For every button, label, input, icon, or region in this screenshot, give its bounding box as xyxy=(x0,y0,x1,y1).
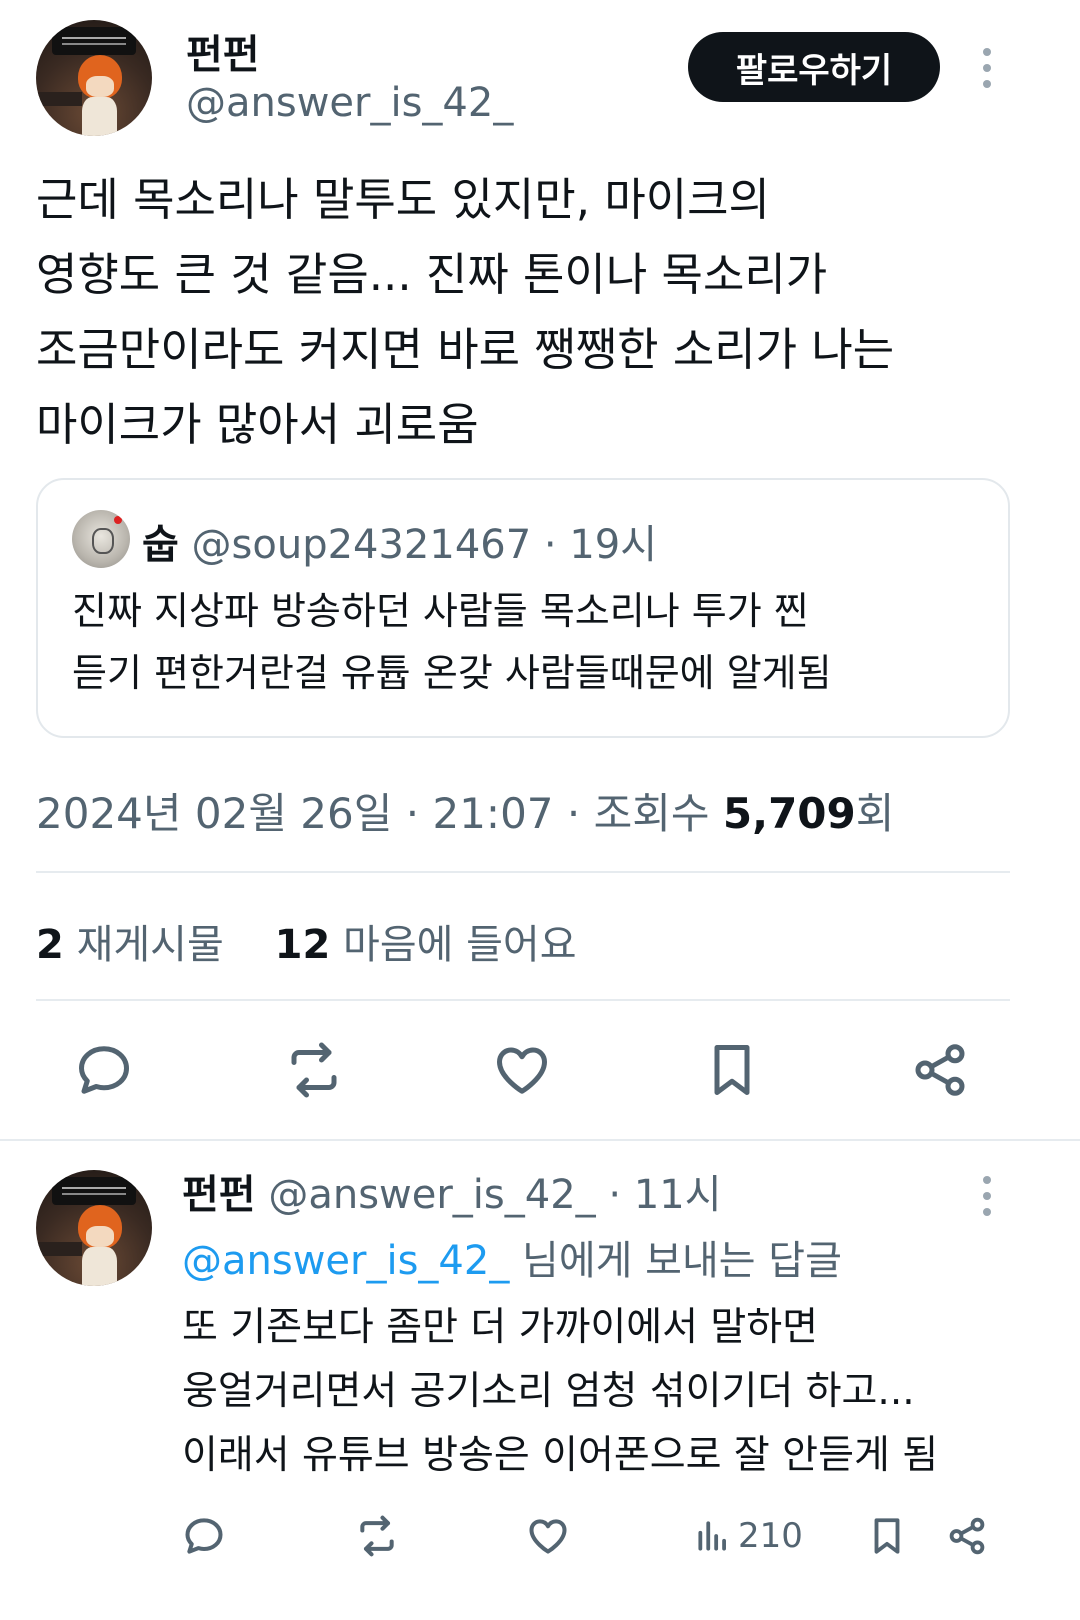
quoted-author-handle: @soup24321467 xyxy=(191,522,532,568)
quoted-tweet-header: 숩 @soup24321467 · 19시 xyxy=(142,512,657,570)
replying-to: @answer_is_42_ 님에게 보내는 답글 xyxy=(182,1228,842,1286)
reply-author-avatar[interactable] xyxy=(36,1170,152,1286)
quoted-author-name: 숩 xyxy=(142,522,179,568)
reply-more-options-icon[interactable] xyxy=(977,1176,997,1216)
reply-time[interactable]: 11시 xyxy=(634,1172,722,1218)
separator-dot: · xyxy=(405,789,420,838)
analytics-icon xyxy=(694,1517,732,1555)
reposts-label: 재게시물 xyxy=(76,922,224,968)
quoted-author-avatar xyxy=(72,510,130,568)
views-count: 5,709 xyxy=(722,789,856,838)
reply-author-handle[interactable]: @answer_is_42_ xyxy=(268,1172,595,1218)
repost-icon[interactable] xyxy=(282,1040,346,1100)
separator-dot: · xyxy=(543,522,557,568)
reply-to-mention-link[interactable]: @answer_is_42_ xyxy=(182,1238,509,1284)
reposts-stat[interactable]: 2 재게시물 xyxy=(36,922,224,968)
reply-views[interactable]: 210 xyxy=(694,1512,803,1560)
author-handle[interactable]: @answer_is_42_ xyxy=(186,80,513,126)
likes-stat[interactable]: 12 마음에 들어요 xyxy=(275,922,577,968)
tweet-date[interactable]: 2024년 02월 26일 xyxy=(36,789,392,838)
reply-repost-icon[interactable] xyxy=(354,1514,400,1558)
tweet-meta: 2024년 02월 26일 · 21:07 · 조회수 5,709회 xyxy=(36,780,894,841)
separator-dot: · xyxy=(608,1172,622,1218)
reply-like-icon[interactable] xyxy=(526,1514,570,1558)
tweet-time[interactable]: 21:07 xyxy=(432,789,553,838)
quoted-tweet-time: 19시 xyxy=(569,522,658,568)
likes-count: 12 xyxy=(274,922,331,968)
reply-views-count: 210 xyxy=(738,1516,803,1556)
bookmark-icon[interactable] xyxy=(702,1040,762,1100)
reply-bookmark-icon[interactable] xyxy=(866,1514,908,1558)
reply-author-name[interactable]: 펀펀 xyxy=(182,1172,256,1218)
divider xyxy=(36,871,1010,873)
follow-button[interactable]: 팔로우하기 xyxy=(688,32,940,102)
author-avatar[interactable] xyxy=(36,20,152,136)
author-display-name[interactable]: 펀펀 xyxy=(186,22,260,80)
separator-dot: · xyxy=(566,789,581,838)
divider xyxy=(0,1139,1080,1141)
share-icon[interactable] xyxy=(910,1040,970,1100)
views-label: 조회수 xyxy=(593,789,710,838)
tweet-text: 근데 목소리나 말투도 있지만, 마이크의 영향도 큰 것 같음... 진짜 톤… xyxy=(36,173,895,451)
more-options-icon[interactable] xyxy=(977,48,997,88)
reposts-count: 2 xyxy=(36,922,64,968)
views-suffix: 회 xyxy=(855,789,895,838)
reply-share-icon[interactable] xyxy=(946,1514,988,1558)
reply-reply-icon[interactable] xyxy=(182,1514,226,1558)
quoted-tweet-text: 진짜 지상파 방송하던 사람들 목소리나 투가 찐 듣기 편한거란걸 유튭 온갖… xyxy=(72,589,832,695)
reply-to-suffix: 님에게 보내는 답글 xyxy=(522,1238,842,1284)
reply-header: 펀펀 @answer_is_42_ · 11시 xyxy=(182,1162,722,1220)
reply-icon[interactable] xyxy=(74,1040,134,1100)
like-icon[interactable] xyxy=(492,1040,552,1100)
likes-label: 마음에 들어요 xyxy=(343,922,577,968)
divider xyxy=(36,999,1010,1001)
engagement-stats: 2 재게시물 12 마음에 들어요 xyxy=(36,912,577,970)
reply-text: 또 기존보다 좀만 더 가까이에서 말하면 웅얼거리면서 공기소리 엄청 섞이기… xyxy=(182,1305,939,1478)
